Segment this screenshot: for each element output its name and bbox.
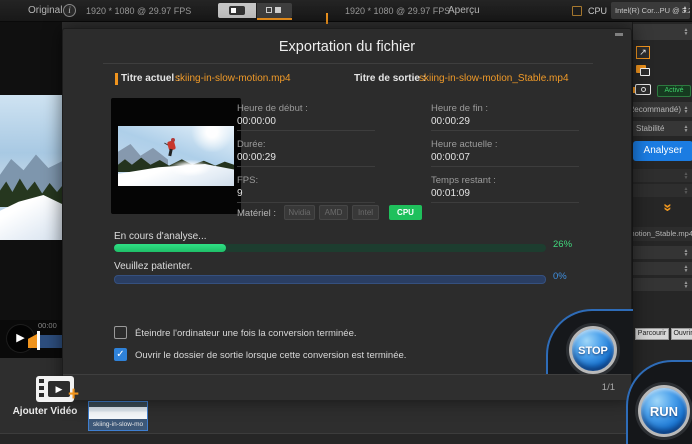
add-video-label: Ajouter Vidéo: [12, 406, 78, 417]
video-thumbnail-image: [89, 402, 147, 419]
output-format-dropdown[interactable]: ▲ ▼: [633, 24, 692, 40]
run-button[interactable]: RUN: [638, 385, 690, 437]
snapshot-layers-icon[interactable]: [636, 65, 650, 77]
output-option-dropdown[interactable]: ▲ ▼: [633, 246, 692, 259]
playback-time: 00:00: [38, 321, 57, 330]
resolution-label-left: 1920 * 1080 @ 29.97 FPS: [86, 6, 192, 16]
spinner-icon: ▲ ▼: [683, 105, 689, 115]
top-bar: Original i 1920 * 1080 @ 29.97 FPS 1920 …: [0, 0, 692, 22]
open-folder-checkbox[interactable]: ✓: [114, 348, 127, 361]
page-indicator: 1/1: [601, 382, 615, 393]
spinner-icon: ▲ ▼: [683, 27, 689, 37]
conversion-percent: 0%: [553, 271, 567, 282]
remaining-time-label: Temps restant :: [431, 175, 496, 186]
fps-label: FPS:: [237, 175, 259, 186]
spinner-icon: ▲ ▼: [683, 171, 689, 181]
conversion-progress-bar: [114, 275, 546, 284]
stability-dropdown[interactable]: Stabilité ▲ ▼: [633, 121, 692, 136]
analysis-progress-bar: [114, 244, 546, 252]
spinner-icon: ▲ ▼: [683, 280, 689, 290]
fullscreen-expand-icon[interactable]: ↗: [636, 46, 650, 59]
spinner-icon: ▲ ▼: [682, 5, 688, 15]
add-video-button[interactable]: ▶ +: [36, 376, 88, 405]
hardware-intel-button[interactable]: Intel: [352, 205, 379, 220]
export-preview-thumbnail: [111, 98, 241, 214]
processor-dropdown[interactable]: Intel(R) Cor...PU @ 3.20G ▲▼: [611, 2, 690, 19]
export-dialog: Exportation du fichier Titre actuel : sk…: [62, 28, 633, 400]
shutdown-checkbox[interactable]: [114, 326, 127, 339]
video-frame: [0, 95, 62, 240]
video-thumbnail-caption: skiing-in-slow-mo: [89, 419, 147, 430]
spinner-icon: ▲ ▼: [683, 186, 689, 196]
disabled-dropdown: ▲ ▼: [633, 184, 692, 197]
hardware-nvidia-button[interactable]: Nvidia: [284, 205, 315, 220]
cpu-checkbox[interactable]: [572, 6, 582, 16]
resolution-label-right: 1920 * 1080 @ 29.97 FPS: [345, 6, 451, 16]
open-folder-checkbox-label: Ouvrir le dossier de sortie lorsque cett…: [135, 350, 407, 361]
divider: [103, 63, 593, 64]
skier-figure: [164, 138, 178, 158]
layout-toggle-single-button[interactable]: [218, 3, 256, 18]
hardware-cpu-button[interactable]: CPU: [389, 205, 422, 220]
video-thumbnail-item[interactable]: skiing-in-slow-mo: [88, 401, 148, 431]
original-video-preview: [0, 22, 62, 320]
analysis-status-label: En cours d'analyse...: [114, 231, 207, 242]
current-title-value: skiing-in-slow-motion.mp4: [175, 73, 291, 84]
remaining-time-value: 00:01:09: [431, 188, 470, 199]
spinner-icon: ▲ ▼: [683, 264, 689, 274]
info-icon[interactable]: i: [63, 4, 76, 17]
duration-label: Durée:: [237, 139, 266, 150]
current-title-label: Titre actuel :: [121, 73, 181, 84]
dialog-title: Exportation du fichier: [278, 39, 416, 55]
disabled-dropdown: ▲ ▼: [633, 169, 692, 182]
app-window: Original i 1920 * 1080 @ 29.97 FPS 1920 …: [0, 0, 692, 444]
analysis-percent: 26%: [553, 239, 573, 250]
plus-icon: +: [68, 384, 80, 405]
accent-bar: [115, 73, 118, 85]
seek-track[interactable]: [40, 335, 63, 348]
spinner-icon: ▲ ▼: [683, 248, 689, 258]
end-time-label: Heure de fin :: [431, 103, 489, 114]
split-view-icon: [266, 7, 272, 13]
expand-more-chevron-icon[interactable]: »: [660, 203, 677, 209]
spinner-icon: ▲ ▼: [683, 124, 689, 134]
scrollbar-thumb[interactable]: [615, 33, 623, 36]
output-file-label: skiing-in-slow-motion_Stable.mp4: [633, 227, 692, 241]
cpu-checkbox-label: CPU: [588, 6, 608, 16]
comparison-playhead-tick[interactable]: [326, 13, 328, 24]
layout-toggle-split-button[interactable]: [257, 3, 292, 18]
analysis-progress-fill: [114, 244, 227, 252]
hardware-label: Matériel :: [237, 208, 277, 219]
player-bar: ▶ 00:00: [0, 320, 63, 358]
active-toggle-underline: [257, 18, 292, 20]
output-option-dropdown[interactable]: ▲ ▼: [633, 262, 692, 275]
duration-value: 00:00:29: [237, 152, 276, 163]
stop-button[interactable]: STOP: [569, 326, 617, 374]
camera-icon[interactable]: [633, 84, 651, 95]
fps-value: 9: [237, 188, 243, 199]
original-label: Original: [28, 5, 63, 16]
wait-status-label: Veuillez patienter.: [114, 261, 193, 272]
output-title-label: Titre de sortie :: [354, 73, 427, 84]
start-time-label: Heure de début :: [237, 103, 308, 114]
sun-flare: [190, 126, 234, 152]
analyze-button[interactable]: Analyser: [633, 141, 692, 161]
current-time-label: Heure actuelle :: [431, 139, 498, 150]
output-title-value: skiing-in-slow-motion_Stable.mp4: [419, 73, 569, 84]
end-time-value: 00:00:29: [431, 116, 470, 127]
hardware-amd-button[interactable]: AMD: [319, 205, 348, 220]
open-folder-button[interactable]: Ouvrir: [671, 328, 692, 340]
apercu-label: Aperçu: [448, 5, 480, 16]
output-option-dropdown[interactable]: ▲ ▼: [633, 278, 692, 291]
start-time-value: 00:00:00: [237, 116, 276, 127]
recommended-dropdown[interactable]: (Recommandé) ▲▼: [633, 102, 692, 117]
enabled-status-badge: Activé: [657, 85, 691, 97]
browse-button[interactable]: Parcourir: [635, 328, 669, 340]
current-time-value: 00:00:07: [431, 152, 470, 163]
single-view-icon: [229, 6, 245, 15]
shutdown-checkbox-label: Éteindre l'ordinateur une fois la conver…: [135, 328, 357, 339]
dialog-footer: 1/1: [63, 374, 631, 400]
ski-scene-image: [118, 126, 234, 186]
